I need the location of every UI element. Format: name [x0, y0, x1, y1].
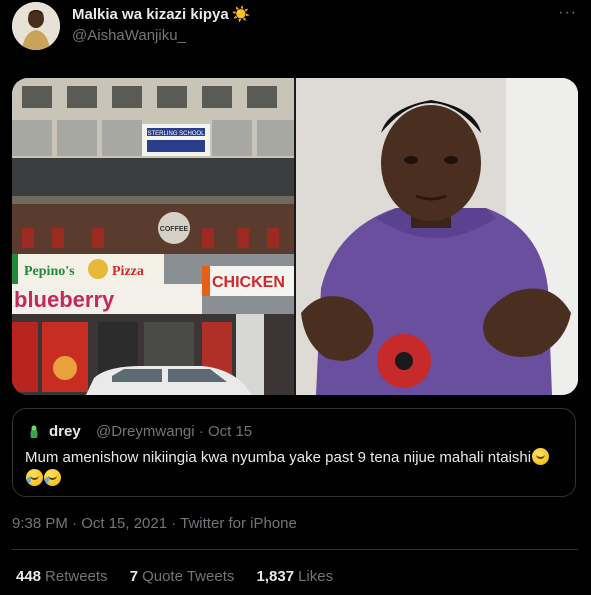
tweet-stats: 448 Retweets 7 Quote Tweets 1,837 Likes — [16, 568, 351, 585]
smiling-emoji — [532, 448, 550, 465]
sun-emoji: ☀️ — [231, 6, 251, 23]
tear-emoji — [26, 469, 43, 486]
tear-emoji — [44, 469, 61, 486]
likes-count: 1,837 — [256, 568, 295, 585]
quotes-label: Quote Tweets — [142, 568, 235, 585]
quoted-meta: @Dreymwangi · Oct 15 — [96, 423, 253, 440]
quoted-name: drey — [49, 423, 81, 440]
tweet-media[interactable]: STERLING SCHOOL COFFEE Pepino's Pizza CH… — [12, 78, 578, 395]
quoted-tweet[interactable]: drey @Dreymwangi · Oct 15 Mum amenishow … — [12, 408, 576, 497]
quotes-count: 7 — [129, 568, 139, 585]
author-avatar[interactable] — [12, 2, 60, 50]
retweets-stat[interactable]: 448 Retweets — [16, 568, 108, 585]
author-avatar-image — [12, 2, 60, 50]
author-handle[interactable]: @AishaWanjiku_ — [72, 27, 186, 44]
chicken-sign: CHICKEN — [212, 274, 285, 291]
coffee-sign: COFFEE — [160, 226, 189, 233]
media-photo-portrait[interactable] — [296, 78, 578, 395]
quoted-avatar — [25, 422, 43, 440]
tweet-timestamp[interactable]: 9:38 PM · Oct 15, 2021 · Twitter for iPh… — [12, 515, 297, 532]
pizza-sign: Pizza — [112, 264, 144, 279]
blueberry-sign: blueberry — [14, 287, 115, 312]
quoted-text-body: Mum amenishow nikiingia kwa nyumba yake … — [25, 449, 532, 466]
quoted-date: Oct 15 — [207, 423, 253, 440]
likes-stat[interactable]: 1,837 Likes — [257, 568, 334, 585]
banner-sign: STERLING SCHOOL — [147, 131, 205, 137]
divider — [12, 549, 578, 550]
quotes-stat[interactable]: 7 Quote Tweets — [130, 568, 235, 585]
pepinos-sign: Pepino's — [24, 264, 75, 279]
quoted-text: Mum amenishow nikiingia kwa nyumba yake … — [25, 447, 565, 489]
quoted-handle: @Dreymwangi — [96, 423, 195, 440]
author-name[interactable]: Malkia wa kizazi kipya ☀️ — [72, 5, 250, 23]
retweets-count: 448 — [16, 568, 42, 585]
more-icon[interactable]: ··· — [558, 4, 577, 22]
media-photo-storefront[interactable]: STERLING SCHOOL COFFEE Pepino's Pizza CH… — [12, 78, 294, 395]
retweets-label: Retweets — [45, 568, 108, 585]
likes-label: Likes — [298, 568, 334, 585]
